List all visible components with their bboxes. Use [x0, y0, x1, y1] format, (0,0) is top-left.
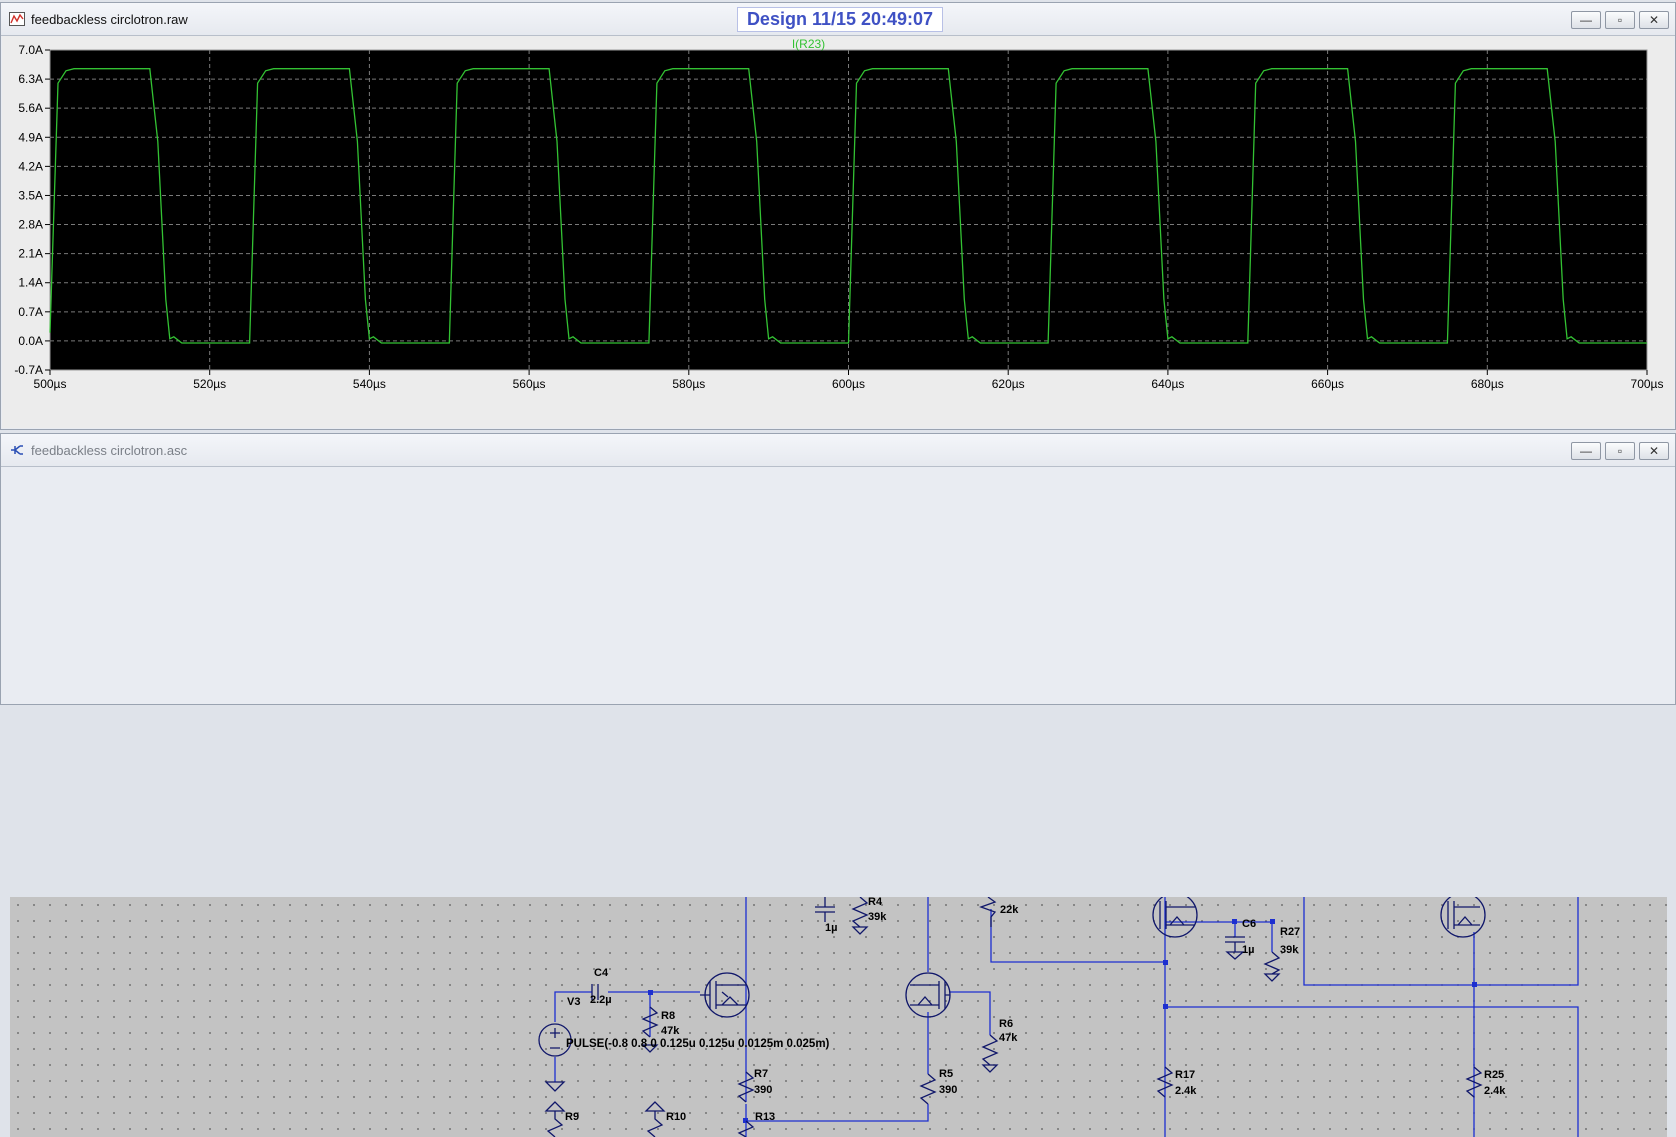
waveform-app-icon — [9, 12, 25, 26]
label-R6: R6 — [999, 1018, 1013, 1030]
y-tick-label: 2.8A — [18, 218, 43, 232]
label-C4-value: 2.2µ — [590, 994, 612, 1006]
label-C6-value: 1µ — [1242, 944, 1254, 956]
label-R8-value: 47k — [661, 1025, 680, 1037]
label-V3: V3 — [567, 996, 580, 1008]
y-tick-label: 4.2A — [18, 159, 43, 173]
x-tick-label: 640µs — [1151, 377, 1184, 391]
label-R17: R17 — [1175, 1069, 1195, 1081]
x-tick-label: 580µs — [672, 377, 705, 391]
schematic-close-button[interactable]: ✕ — [1639, 442, 1669, 460]
x-tick-label: 540µs — [353, 377, 386, 391]
x-tick-label: 680µs — [1471, 377, 1504, 391]
label-R7-value: 390 — [754, 1084, 772, 1096]
x-tick-label: 560µs — [513, 377, 546, 391]
label-R27-value: 39k — [1280, 944, 1299, 956]
schematic-canvas[interactable]: 1µ R4 39k 22k C4 2.2µ V3 R8 47k R6 47k R… — [10, 897, 1667, 1137]
label-R8: R8 — [661, 1010, 675, 1022]
y-tick-label: 0.7A — [18, 305, 43, 319]
cap-top-value: 1µ — [825, 922, 837, 934]
schematic-window-title: feedbackless circlotron.asc — [31, 443, 188, 458]
label-R6-value: 47k — [999, 1032, 1018, 1044]
y-tick-label: 1.4A — [18, 276, 43, 290]
waveform-plot[interactable]: 500µs 520µs 540µs 560µs 580µs 600µs 620µs 640µs… — [2, 36, 1674, 428]
minimize-button[interactable]: — — [1571, 11, 1601, 29]
label-R5-value: 390 — [939, 1084, 957, 1096]
label-R5: R5 — [939, 1068, 953, 1080]
y-tick-label: 6.3A — [18, 72, 43, 86]
waveform-titlebar[interactable]: feedbackless circlotron.raw Design 11/15… — [1, 3, 1675, 36]
close-button[interactable]: ✕ — [1639, 11, 1669, 29]
trace-title: I(R23) — [792, 37, 825, 51]
label-R10: R10 — [666, 1111, 686, 1123]
x-tick-label: 500µs — [34, 377, 67, 391]
schematic-titlebar[interactable]: feedbackless circlotron.asc — ▫ ✕ — [1, 434, 1675, 467]
label-R17-value: 2.4k — [1175, 1085, 1197, 1097]
y-tick-label: 4.9A — [18, 130, 43, 144]
schematic-grid — [10, 897, 1667, 1137]
y-tick-label: 3.5A — [18, 188, 43, 202]
label-R4-value: 39k — [868, 911, 887, 923]
y-tick-label: 0.0A — [18, 334, 43, 348]
waveform-window[interactable]: feedbackless circlotron.raw Design 11/15… — [0, 2, 1676, 430]
schematic-app-icon — [11, 445, 23, 455]
x-tick-label: 520µs — [193, 377, 226, 391]
label-R4: R4 — [868, 897, 883, 908]
label-R7: R7 — [754, 1068, 768, 1080]
schematic-window[interactable]: feedbackless circlotron.asc — ▫ ✕ 1µ R4 … — [0, 433, 1676, 1137]
label-R9: R9 — [565, 1111, 579, 1123]
x-tick-label: 620µs — [992, 377, 1025, 391]
waveform-window-title: feedbackless circlotron.raw — [31, 12, 188, 27]
timestamp-badge: Design 11/15 20:49:07 — [737, 7, 943, 32]
label-C4: C4 — [594, 967, 609, 979]
label-22k: 22k — [1000, 904, 1019, 916]
label-C6: C6 — [1242, 918, 1256, 930]
x-tick-label: 700µs — [1631, 377, 1664, 391]
label-R13: R13 — [755, 1111, 775, 1123]
schematic-restore-button[interactable]: ▫ — [1605, 442, 1635, 460]
v3-pulse-spec: PULSE(-0.8 0.8 0 0.125u 0.125u 0.0125m 0… — [566, 1038, 830, 1050]
y-tick-label: 5.6A — [18, 101, 43, 115]
x-tick-label: 600µs — [832, 377, 865, 391]
schematic-minimize-button[interactable]: — — [1571, 442, 1601, 460]
label-R25-value: 2.4k — [1484, 1085, 1506, 1097]
y-tick-label: 7.0A — [18, 43, 43, 57]
restore-button[interactable]: ▫ — [1605, 11, 1635, 29]
label-R27: R27 — [1280, 926, 1300, 938]
label-R25: R25 — [1484, 1069, 1504, 1081]
x-tick-label: 660µs — [1311, 377, 1344, 391]
y-tick-label: -0.7A — [14, 363, 43, 377]
y-tick-label: 2.1A — [18, 247, 43, 261]
